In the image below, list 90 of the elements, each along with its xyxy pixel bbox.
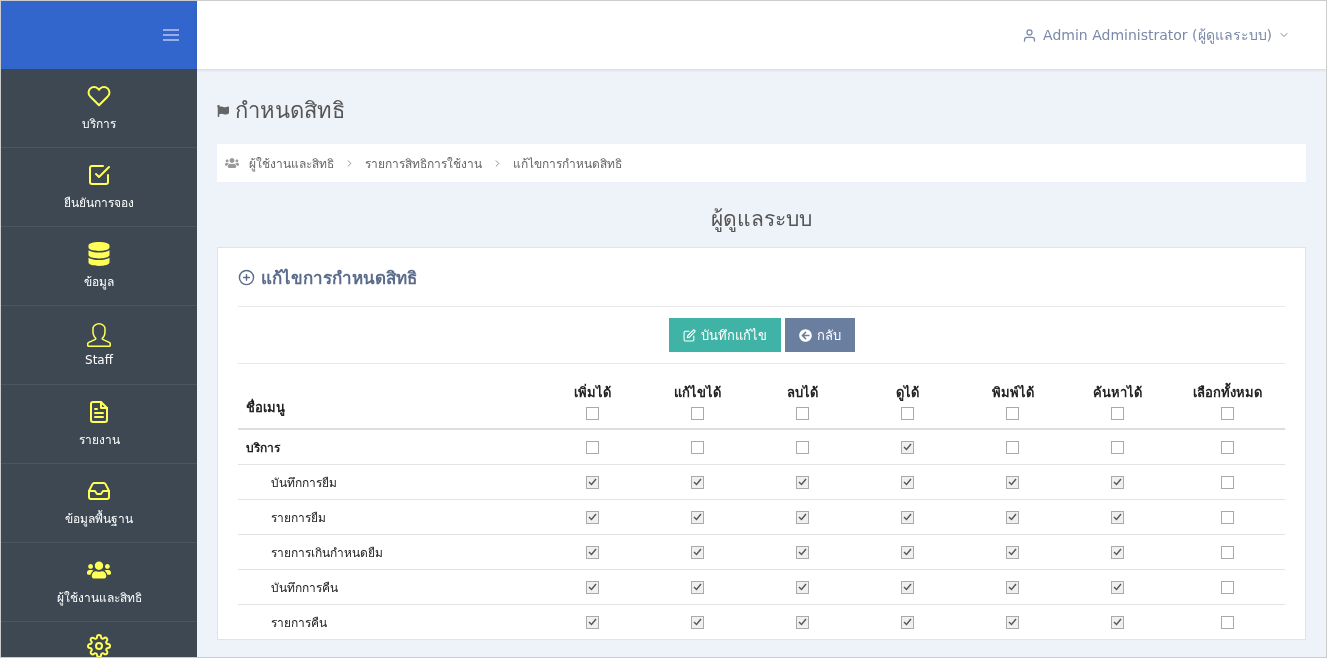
checkbox[interactable] — [1111, 440, 1124, 454]
sidebar-item[interactable]: ผู้ใช้งานและสิทธิ — [56, 587, 142, 607]
column-header: ดูได้ — [896, 384, 919, 403]
sidebar-item[interactable]: รายงาน — [78, 429, 120, 449]
checkbox[interactable] — [1111, 475, 1124, 489]
checkbox[interactable] — [796, 407, 809, 420]
checkbox[interactable] — [1006, 475, 1019, 489]
checkbox[interactable] — [586, 545, 599, 559]
user-icon — [1022, 27, 1038, 43]
checkbox[interactable] — [1221, 615, 1234, 629]
checkbox[interactable] — [1006, 407, 1019, 420]
edit-icon — [682, 328, 696, 342]
checkbox[interactable] — [1111, 580, 1124, 594]
checkbox-icon[interactable] — [87, 162, 111, 187]
checkbox[interactable] — [691, 510, 704, 524]
column-header: พิมพ์ได้ — [991, 384, 1034, 402]
plus-circle-icon — [238, 268, 255, 286]
settings-icon[interactable] — [87, 634, 111, 657]
page-title: กำหนดสิทธิ — [235, 97, 345, 125]
checkbox[interactable] — [1006, 615, 1019, 629]
checkbox[interactable] — [796, 510, 809, 524]
checkbox[interactable] — [1221, 440, 1234, 454]
sidebar-item[interactable]: ยืนยันการจอง — [64, 192, 134, 212]
checkbox[interactable] — [1006, 510, 1019, 524]
checkbox[interactable] — [1221, 510, 1234, 524]
breadcrumb-link[interactable]: แก้ไขการกำหนดสิทธิ — [513, 153, 622, 173]
checkbox[interactable] — [586, 615, 599, 629]
sidebar-item[interactable]: ข้อมูลพื้นฐาน — [65, 508, 133, 528]
checkbox[interactable] — [1221, 545, 1234, 559]
back-arrow-icon — [798, 328, 812, 342]
checkbox[interactable] — [901, 580, 914, 594]
checkbox[interactable] — [796, 440, 809, 454]
column-header: ลบได้ — [787, 384, 818, 402]
checkbox[interactable] — [586, 510, 599, 524]
menu-name: รายการยืม — [270, 509, 327, 527]
checkbox[interactable] — [691, 440, 704, 454]
checkbox[interactable] — [691, 615, 704, 629]
checkbox[interactable] — [1111, 510, 1124, 524]
checkbox[interactable] — [691, 475, 704, 489]
checkbox[interactable] — [901, 475, 914, 489]
checkbox[interactable] — [901, 615, 914, 629]
column-header: ค้นหาได้ — [1093, 384, 1142, 402]
column-header: แก้ไขได้ — [674, 384, 721, 402]
checkbox[interactable] — [691, 580, 704, 594]
menu-name: รายการเกินกำหนดยืม — [270, 544, 384, 562]
user-icon[interactable] — [87, 323, 111, 347]
flag-icon — [217, 104, 229, 117]
checkbox[interactable] — [586, 407, 599, 420]
sidebar-item[interactable]: Staff — [85, 353, 113, 367]
checkbox[interactable] — [1221, 407, 1234, 420]
checkbox[interactable] — [901, 440, 914, 454]
card-title: แก้ไขการกำหนดสิทธิ — [261, 266, 417, 290]
database-icon[interactable] — [87, 241, 111, 266]
checkbox[interactable] — [586, 475, 599, 489]
column-header: ชื่อเมนู — [245, 397, 286, 418]
menu-name: รายการคืน — [270, 614, 328, 632]
checkbox[interactable] — [1221, 475, 1234, 489]
sidebar-item[interactable]: ข้อมูล — [84, 271, 114, 291]
checkbox[interactable] — [796, 475, 809, 489]
checkbox[interactable] — [901, 510, 914, 524]
checkbox[interactable] — [1006, 580, 1019, 594]
checkbox[interactable] — [691, 407, 704, 420]
menu-name: บันทึกการยืม — [270, 474, 338, 492]
checkbox[interactable] — [1006, 545, 1019, 559]
checkbox[interactable] — [1111, 615, 1124, 629]
back-button[interactable]: กลับ — [784, 318, 855, 352]
checkbox[interactable] — [796, 580, 809, 594]
menu-name: บันทึกการคืน — [270, 579, 339, 597]
checkbox[interactable] — [1111, 407, 1124, 420]
checkbox[interactable] — [796, 545, 809, 559]
checkbox[interactable] — [1221, 580, 1234, 594]
users-icon — [225, 156, 239, 170]
checkbox[interactable] — [1006, 440, 1019, 454]
checkbox[interactable] — [586, 440, 599, 454]
checkbox[interactable] — [1111, 545, 1124, 559]
column-header: เลือกทั้งหมด — [1193, 382, 1262, 403]
checkbox[interactable] — [901, 545, 914, 559]
checkbox[interactable] — [586, 580, 599, 594]
menu-name: บริการ — [245, 439, 282, 457]
user-menu[interactable]: Admin Administrator (ผู้ดูแลระบบ) — [1022, 24, 1290, 46]
breadcrumb-link[interactable]: ผู้ใช้งานและสิทธิ — [249, 153, 334, 173]
checkbox[interactable] — [691, 545, 704, 559]
document-icon[interactable] — [87, 399, 111, 424]
heart-icon[interactable] — [87, 83, 111, 108]
column-header: เพิ่มได้ — [574, 382, 611, 402]
role-heading: ผู้ดูแลระบบ — [710, 206, 813, 234]
sidebar-item[interactable]: บริการ — [82, 113, 116, 133]
checkbox[interactable] — [901, 407, 914, 420]
checkbox[interactable] — [796, 615, 809, 629]
breadcrumb-link[interactable]: รายการสิทธิการใช้งาน — [365, 153, 482, 173]
